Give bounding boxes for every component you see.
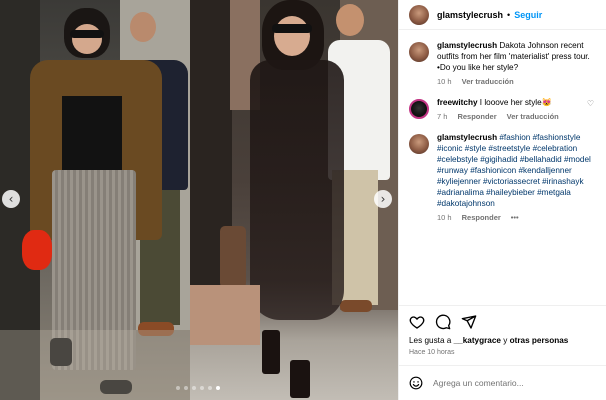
comment-composer xyxy=(399,365,606,400)
photo-right xyxy=(190,0,398,400)
carousel-dot xyxy=(208,386,212,390)
black-top xyxy=(62,96,122,176)
likes-suffix: y xyxy=(500,336,510,345)
posted-time[interactable]: Hace 10 horas xyxy=(399,347,606,358)
avatar[interactable] xyxy=(409,99,429,119)
more-options-button[interactable]: ••• xyxy=(511,212,519,223)
woman-sunglasses xyxy=(70,30,104,38)
post-media[interactable]: ‹ › xyxy=(0,0,398,400)
reply-button[interactable]: Responder xyxy=(462,212,501,223)
comment-item: glamstylecrush #fashion #fashionstyle #i… xyxy=(409,132,606,223)
likes-prefix: Les gusta a xyxy=(409,336,454,345)
paper-plane-icon[interactable] xyxy=(461,314,477,330)
avatar[interactable] xyxy=(409,134,429,154)
caption: glamstylecrush Dakota Johnson recent out… xyxy=(409,40,606,87)
carousel-dot xyxy=(192,386,196,390)
man-shoes xyxy=(340,300,372,312)
carousel-dot xyxy=(200,386,204,390)
likes-others[interactable]: otras personas xyxy=(510,336,569,345)
avatar[interactable] xyxy=(409,4,429,25)
post-sidebar: glamstylecrush • Seguir glamstylecrush D… xyxy=(398,0,606,400)
man-head xyxy=(130,12,156,42)
photo-left xyxy=(0,0,190,400)
red-bag xyxy=(22,230,52,270)
carousel-dot xyxy=(184,386,188,390)
comment-like-heart-icon[interactable]: ♡ xyxy=(587,99,594,108)
woman-face xyxy=(72,24,102,54)
caption-time[interactable]: 10 h xyxy=(437,76,452,87)
carousel-indicator xyxy=(176,386,220,390)
action-bar xyxy=(399,306,606,334)
header-username[interactable]: glamstylecrush xyxy=(437,10,503,20)
comment-time[interactable]: 7 h xyxy=(437,111,447,122)
hashtag-list[interactable]: #fashion #fashionstyle #iconic #style #s… xyxy=(437,133,591,208)
brick-planter xyxy=(190,285,260,345)
comment-text: I looove her style😻 xyxy=(479,98,552,107)
carousel-dot xyxy=(176,386,180,390)
carousel-prev-button[interactable]: ‹ xyxy=(2,190,20,208)
translate-button[interactable]: Ver traducción xyxy=(462,76,514,87)
woman-face xyxy=(274,16,310,56)
post-footer: Les gusta a __katygrace y otras personas… xyxy=(399,305,606,358)
translate-button[interactable]: Ver traducción xyxy=(507,111,559,122)
smiley-icon[interactable] xyxy=(409,376,423,390)
likes-user[interactable]: __katygrace xyxy=(454,336,501,345)
avatar[interactable] xyxy=(409,42,429,62)
comment-username[interactable]: freewitchy xyxy=(437,98,478,107)
brown-handbag xyxy=(220,226,246,288)
right-heel xyxy=(290,360,310,398)
heart-icon[interactable] xyxy=(409,314,425,330)
comments-list: glamstylecrush Dakota Johnson recent out… xyxy=(409,40,606,233)
post-header: glamstylecrush • Seguir xyxy=(399,0,606,30)
caption-username[interactable]: glamstylecrush xyxy=(437,41,497,50)
sidewalk xyxy=(0,330,190,400)
carousel-next-button[interactable]: › xyxy=(374,190,392,208)
comment-username[interactable]: glamstylecrush xyxy=(437,133,497,142)
comment-time[interactable]: 10 h xyxy=(437,212,452,223)
likes-summary: Les gusta a __katygrace y otras personas xyxy=(399,334,606,347)
comment-input[interactable] xyxy=(433,378,593,388)
sheer-black-dress xyxy=(250,60,344,320)
header-separator: • xyxy=(507,9,511,20)
reply-button[interactable]: Responder xyxy=(457,111,496,122)
carousel-dot-active xyxy=(216,386,220,390)
follow-button[interactable]: Seguir xyxy=(514,10,542,20)
comment-bubble-icon[interactable] xyxy=(435,314,451,330)
man-head xyxy=(336,4,364,36)
left-heel xyxy=(262,330,280,374)
woman-sunglasses xyxy=(272,24,312,33)
comment-item: freewitchy I looove her style😻 7 h Respo… xyxy=(409,97,606,122)
